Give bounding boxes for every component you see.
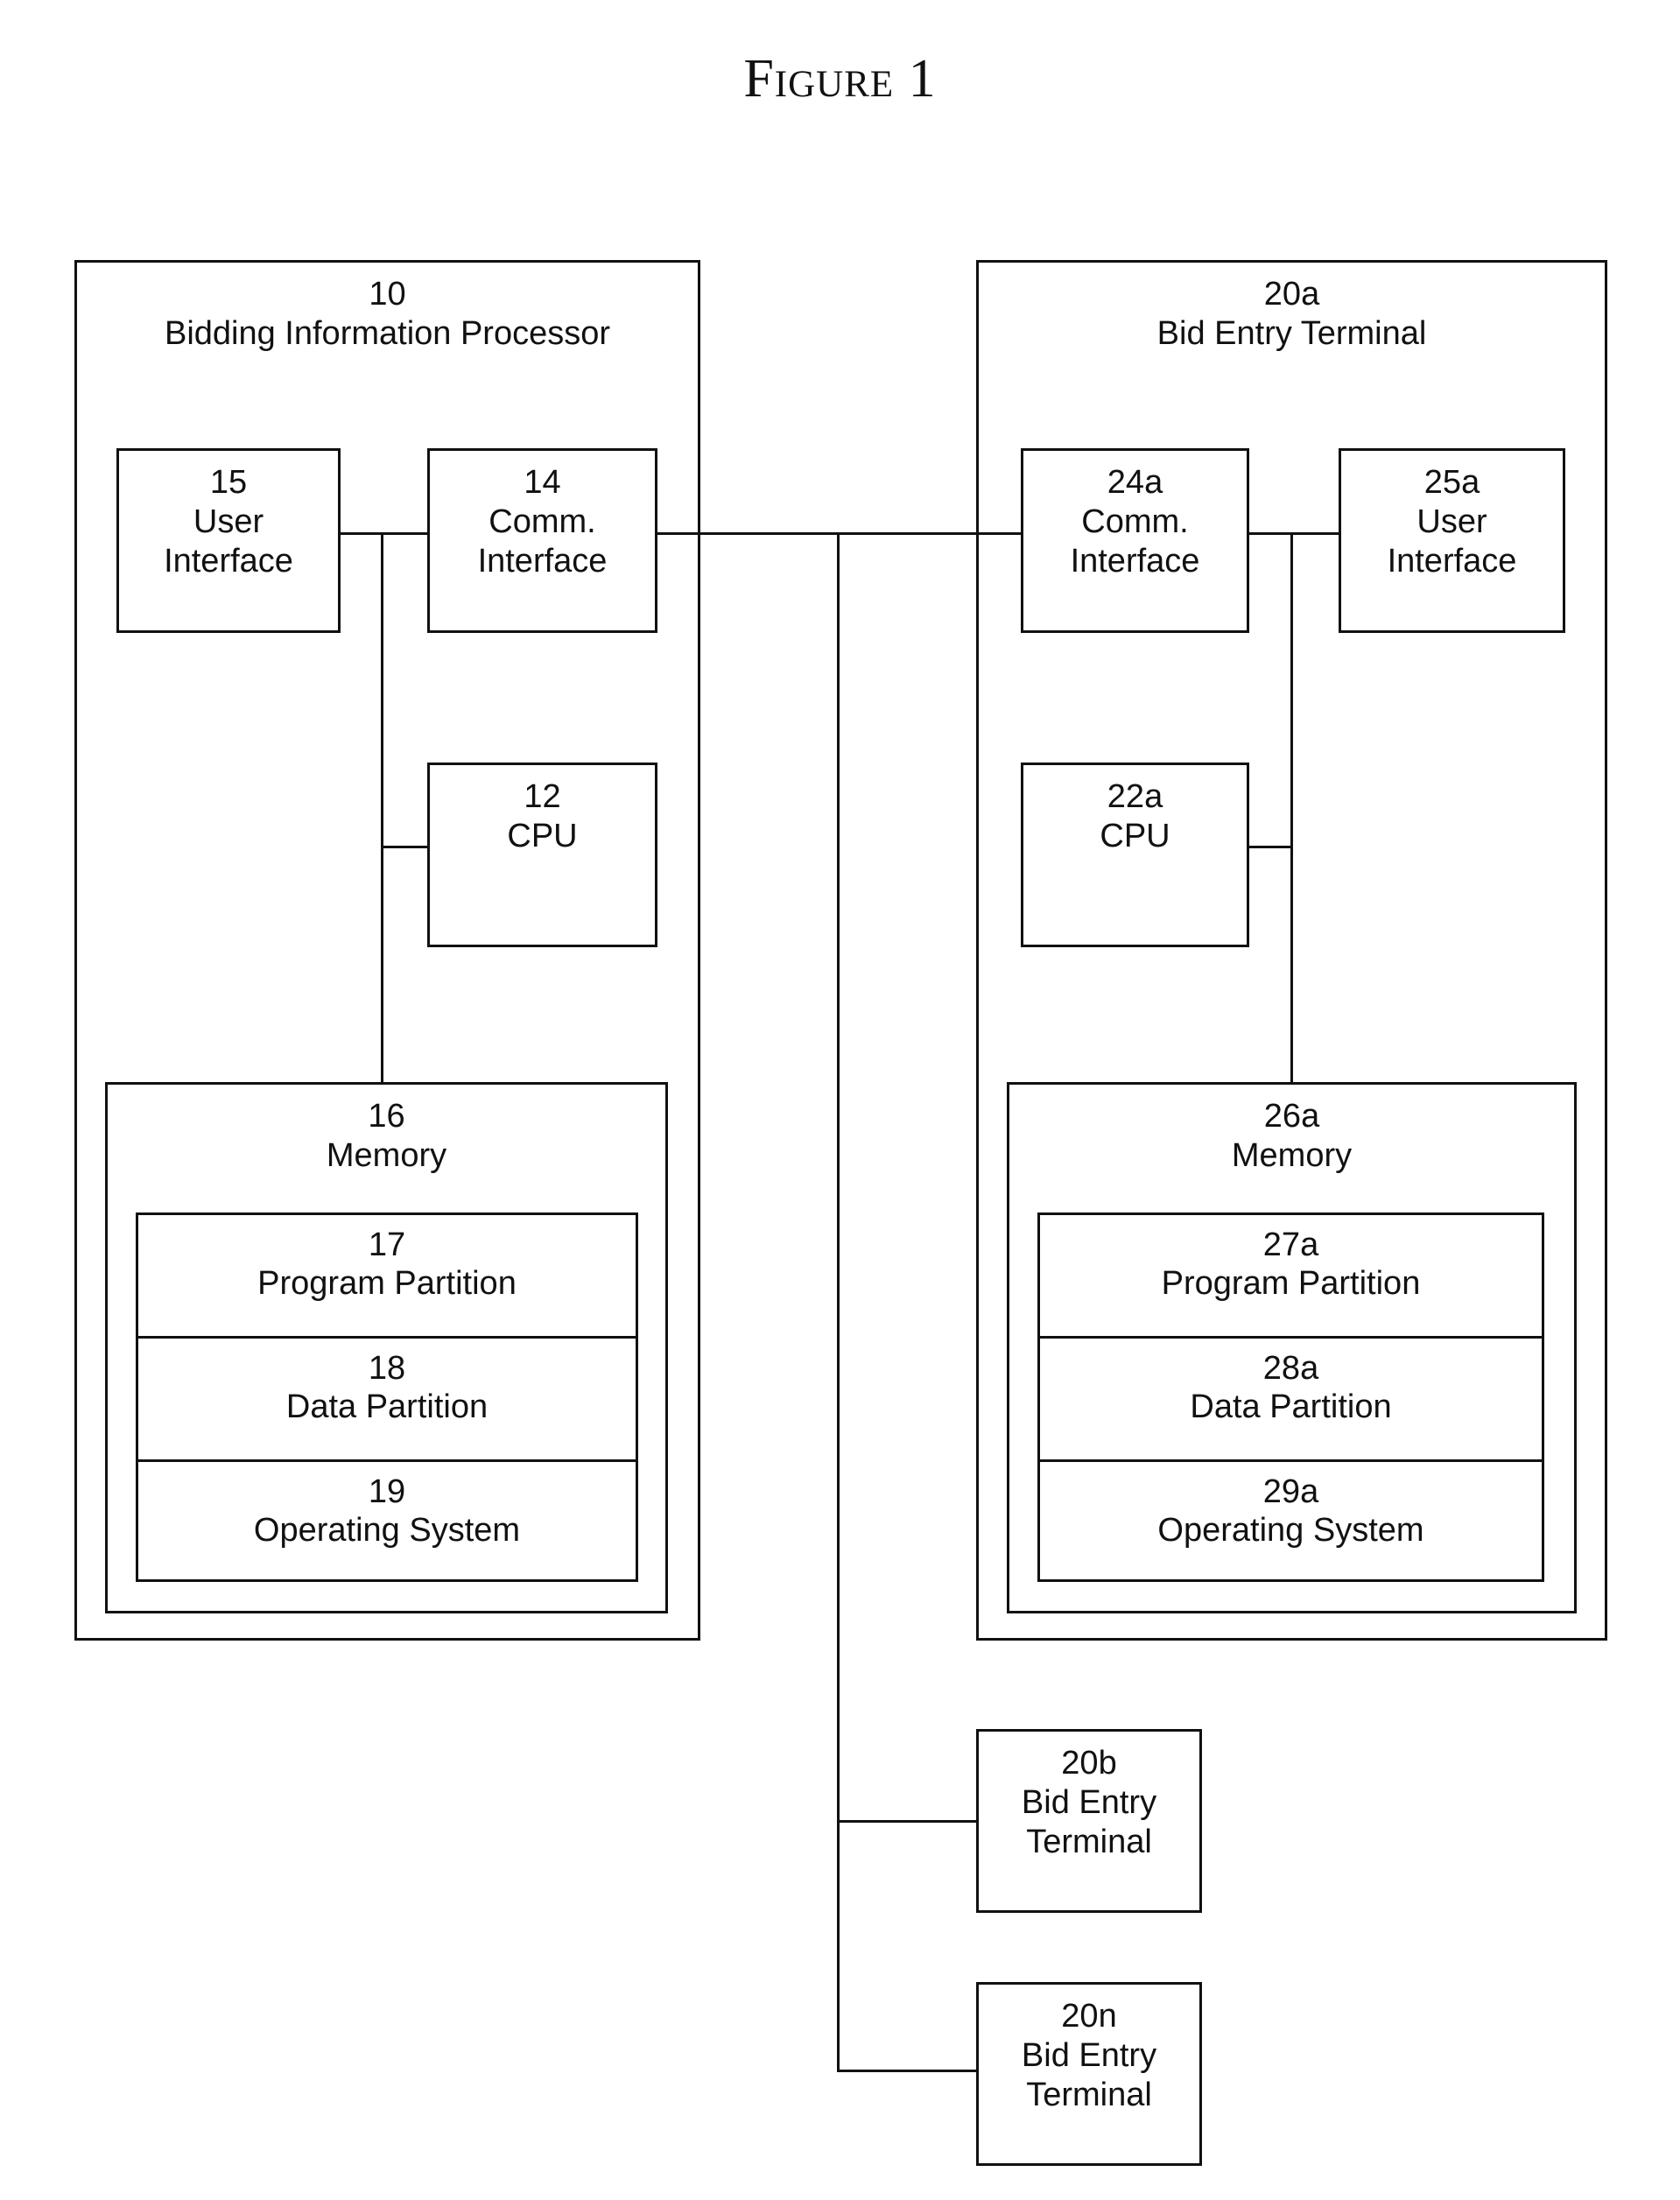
label-line1: Bid Entry [1021,1784,1157,1821]
program-partition: 17 Program Partition [138,1215,636,1339]
bid-entry-terminal-b: 20b Bid Entry Terminal [976,1729,1202,1913]
terminal-a-memory: 26a Memory 27a Program Partition 28a Dat… [1007,1082,1577,1613]
ref-label: 28a [1262,1350,1319,1387]
terminal-a-user-interface: 25a User Interface [1339,448,1565,633]
ref-label: 15 [209,464,248,501]
ref-label: 16 [368,1098,405,1135]
partition-label: Program Partition [1161,1265,1421,1302]
processor-ref: 10 [369,276,406,313]
figure-title: Figure 1 [743,49,937,109]
connector-to-terminal-b [837,1820,977,1823]
label-line2: Interface [477,543,608,580]
label-line1: User [193,503,264,540]
ref-label: 12 [524,778,561,815]
network-bus-vertical [837,532,840,2071]
partition-label: Data Partition [285,1388,489,1425]
ref-label: 17 [368,1227,406,1263]
cpu-label: CPU [1100,818,1170,854]
processor-cpu: 12 CPU [427,763,657,947]
partition-label: Operating System [253,1512,521,1549]
ref-label: 22a [1107,778,1163,815]
label-line2: Interface [164,543,293,580]
ref-label: 18 [368,1350,406,1387]
bid-entry-terminal-n: 20n Bid Entry Terminal [976,1982,1202,2166]
terminal-name: Bid Entry Terminal [1156,315,1427,352]
terminal-ref: 20a [1263,276,1320,313]
processor-user-interface: 15 User Interface [116,448,341,633]
ref-label: 24a [1107,464,1163,501]
program-partition: 27a Program Partition [1040,1215,1542,1339]
memory-label: Memory [1231,1137,1353,1174]
ref-label: 20n [1061,1998,1117,2035]
memory-label: Memory [326,1137,447,1174]
label-line2: Interface [1387,543,1517,580]
ref-label: 27a [1262,1227,1319,1263]
connector-internal-bus [381,532,383,1083]
label-line1: Comm. [489,503,596,540]
connector-to-terminal-n [837,2070,977,2072]
terminal-a-internal-bus [1290,532,1293,1083]
label-line1: User [1416,503,1487,540]
cpu-label: CPU [507,818,578,854]
terminal-a-connector-comm-to-ui [1248,532,1339,535]
partition-label: Operating System [1157,1512,1424,1549]
ref-label: 14 [524,464,561,501]
connector-ui-to-comm [340,532,428,535]
operating-system-partition: 29a Operating System [1040,1462,1542,1579]
label-line2: Terminal [1026,1824,1152,1860]
processor-name: Bidding Information Processor [164,315,611,352]
partition-label: Data Partition [1190,1388,1392,1425]
data-partition: 28a Data Partition [1040,1339,1542,1462]
data-partition: 18 Data Partition [138,1339,636,1462]
memory-partitions: 27a Program Partition 28a Data Partition… [1037,1212,1544,1582]
label-line1: Comm. [1081,503,1189,540]
partition-label: Program Partition [257,1265,517,1302]
label-line2: Terminal [1026,2077,1152,2113]
ref-label: 26a [1263,1098,1320,1135]
processor-comm-interface: 14 Comm. Interface [427,448,657,633]
memory-partitions: 17 Program Partition 18 Data Partition 1… [136,1212,638,1582]
operating-system-partition: 19 Operating System [138,1462,636,1579]
terminal-a-cpu: 22a CPU [1021,763,1249,947]
ref-label: 19 [368,1473,406,1510]
ref-label: 20b [1061,1745,1117,1782]
ref-label: 25a [1423,464,1480,501]
label-line1: Bid Entry [1021,2037,1157,2074]
processor-memory: 16 Memory 17 Program Partition 18 Data P… [105,1082,668,1613]
ref-label: 29a [1262,1473,1319,1510]
connector-bus-to-cpu [381,846,428,848]
label-line2: Interface [1070,543,1200,580]
terminal-a-comm-interface: 24a Comm. Interface [1021,448,1249,633]
terminal-a-connector-bus-to-cpu [1248,846,1292,848]
